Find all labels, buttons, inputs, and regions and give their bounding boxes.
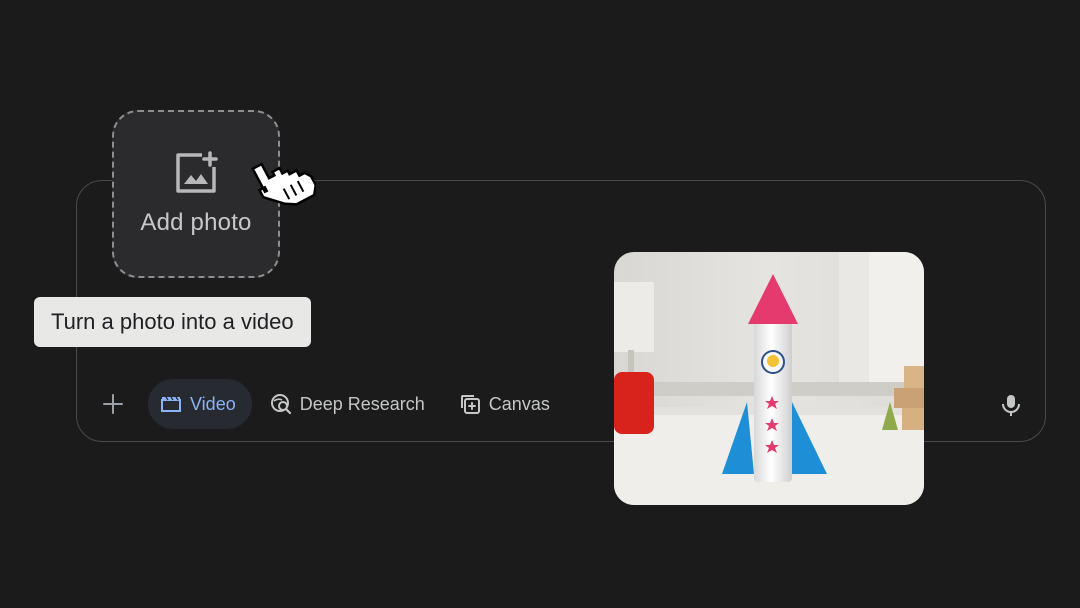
canvas-tool-label: Canvas xyxy=(488,393,550,414)
add-button[interactable] xyxy=(96,387,130,421)
prompt-toolbar: Video Deep Research Canvas xyxy=(96,378,572,430)
rocket-photo xyxy=(614,252,924,505)
uploaded-photo-preview[interactable] xyxy=(614,252,924,505)
deep-research-tool-label: Deep Research xyxy=(299,393,425,414)
canvas-icon xyxy=(460,395,480,414)
deep-research-icon xyxy=(270,394,291,415)
video-clapper-icon xyxy=(161,396,181,412)
tooltip: Turn a photo into a video xyxy=(34,297,311,347)
deep-research-tool-chip[interactable]: Deep Research xyxy=(258,379,441,429)
add-photo-label: Add photo xyxy=(140,209,252,236)
tooltip-text: Turn a photo into a video xyxy=(51,309,294,334)
hand-pointer-cursor-icon xyxy=(251,162,316,206)
video-tool-label: Video xyxy=(190,393,236,414)
stage: Add photo Turn a photo into a video Vide… xyxy=(0,0,1080,608)
microphone-icon[interactable] xyxy=(998,392,1024,418)
canvas-tool-chip[interactable]: Canvas xyxy=(447,379,566,429)
plus-icon xyxy=(103,394,123,414)
video-tool-chip[interactable]: Video xyxy=(148,379,252,429)
add-photo-icon xyxy=(176,151,218,193)
